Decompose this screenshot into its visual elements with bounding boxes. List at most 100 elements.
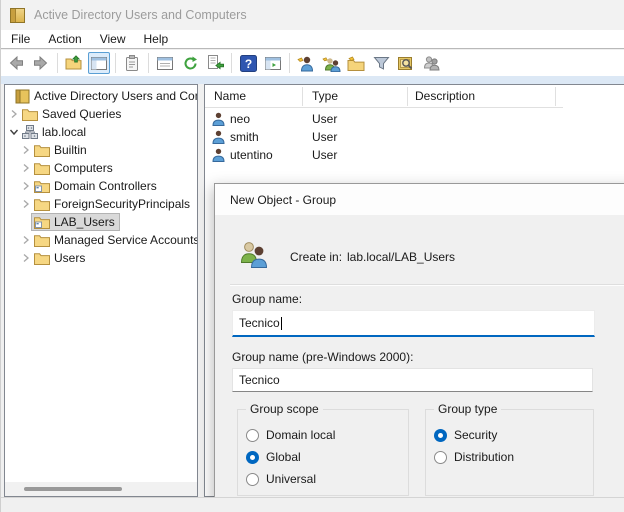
window-list-button[interactable] bbox=[154, 52, 176, 74]
column-divider[interactable] bbox=[407, 87, 408, 106]
console-window-button[interactable] bbox=[262, 52, 284, 74]
refresh-icon bbox=[182, 55, 199, 72]
create-in-label: Create in: bbox=[290, 250, 342, 264]
separator bbox=[230, 284, 624, 286]
radio-unchecked-icon[interactable] bbox=[246, 429, 259, 442]
group-name-input[interactable]: Tecnico bbox=[232, 310, 595, 337]
tree-horizontal-scrollbar[interactable] bbox=[5, 482, 197, 496]
users-gray-button[interactable] bbox=[420, 52, 442, 74]
radio-universal[interactable]: Universal bbox=[246, 468, 408, 490]
radio-unchecked-icon[interactable] bbox=[434, 451, 447, 464]
toolbar-separator bbox=[57, 53, 58, 73]
tree-item-root[interactable]: Active Directory Users and Computers bbox=[5, 87, 197, 105]
chevron-right-icon[interactable] bbox=[20, 234, 32, 246]
description-bar bbox=[1, 76, 624, 84]
menu-view[interactable]: View bbox=[91, 30, 135, 48]
refresh-button[interactable] bbox=[179, 52, 201, 74]
properties-button[interactable] bbox=[121, 52, 143, 74]
chevron-right-icon[interactable] bbox=[8, 108, 20, 120]
column-description[interactable]: Description bbox=[415, 89, 475, 103]
app-window: Active Directory Users and Computers Fil… bbox=[0, 0, 624, 512]
list-rows: neo User smith User utentino User bbox=[205, 110, 624, 164]
tree-item-managed-service-accounts[interactable]: Managed Service Accounts bbox=[5, 231, 197, 249]
tree-item-lab-users[interactable]: LAB_Users bbox=[5, 213, 197, 231]
header-underline bbox=[205, 107, 563, 108]
list-item-utentino[interactable]: utentino User bbox=[205, 146, 624, 164]
forward-button[interactable] bbox=[30, 52, 52, 74]
scrollbar-thumb[interactable] bbox=[24, 487, 122, 491]
tree-item-users[interactable]: Users bbox=[5, 249, 197, 267]
radio-security[interactable]: Security bbox=[434, 424, 593, 446]
tree-item-lab-local[interactable]: lab.local bbox=[5, 123, 197, 141]
list-header: Name Type Description bbox=[205, 85, 624, 108]
radio-unchecked-icon[interactable] bbox=[246, 473, 259, 486]
back-button[interactable] bbox=[5, 52, 27, 74]
folder-icon bbox=[34, 144, 50, 157]
dialog-title-bar[interactable]: New Object - Group bbox=[215, 184, 624, 215]
list-item-smith[interactable]: smith User bbox=[205, 128, 624, 146]
ou-folder-icon bbox=[34, 216, 50, 229]
tree-item-foreign-security-principals[interactable]: ForeignSecurityPrincipals bbox=[5, 195, 197, 213]
pre-windows-2000-input[interactable]: Tecnico bbox=[232, 368, 593, 392]
chevron-right-icon[interactable] bbox=[20, 144, 32, 156]
radio-checked-icon[interactable] bbox=[246, 451, 259, 464]
window-list-icon bbox=[157, 57, 173, 70]
export-list-button[interactable] bbox=[204, 52, 226, 74]
chevron-right-icon[interactable] bbox=[20, 252, 32, 264]
group-icon bbox=[239, 240, 269, 269]
ou-folder-icon bbox=[34, 180, 50, 193]
tree-item-builtin[interactable]: Builtin bbox=[5, 141, 197, 159]
help-button[interactable]: ? bbox=[237, 52, 259, 74]
new-organizational-unit-button[interactable] bbox=[345, 52, 367, 74]
user-icon bbox=[212, 130, 225, 144]
filter-button[interactable] bbox=[370, 52, 392, 74]
chevron-right-icon[interactable] bbox=[20, 198, 32, 210]
radio-checked-icon[interactable] bbox=[434, 429, 447, 442]
toolbar-separator bbox=[289, 53, 290, 73]
users-gray-icon bbox=[422, 55, 440, 71]
export-list-icon bbox=[207, 55, 224, 71]
chevron-down-icon[interactable] bbox=[8, 126, 20, 138]
dialog-title: New Object - Group bbox=[230, 193, 336, 207]
list-item-neo[interactable]: neo User bbox=[205, 110, 624, 128]
group-scope-legend: Group scope bbox=[246, 402, 323, 416]
new-user-button[interactable] bbox=[295, 52, 317, 74]
window-title: Active Directory Users and Computers bbox=[34, 8, 247, 22]
show-console-tree-button[interactable] bbox=[88, 52, 110, 74]
domain-icon bbox=[22, 125, 38, 139]
tree-item-computers[interactable]: Computers bbox=[5, 159, 197, 177]
toolbar-separator bbox=[115, 53, 116, 73]
radio-distribution[interactable]: Distribution bbox=[434, 446, 593, 468]
new-object-group-dialog: New Object - Group Create in: lab.local/… bbox=[214, 183, 624, 512]
title-bar: Active Directory Users and Computers bbox=[1, 0, 624, 30]
column-divider[interactable] bbox=[302, 87, 303, 106]
menu-action[interactable]: Action bbox=[39, 30, 90, 48]
new-user-icon bbox=[297, 55, 315, 72]
toolbar: ? bbox=[1, 50, 624, 76]
folder-icon bbox=[34, 252, 50, 265]
new-group-icon bbox=[322, 55, 341, 72]
radio-global[interactable]: Global bbox=[246, 446, 408, 468]
radio-domain-local[interactable]: Domain local bbox=[246, 424, 408, 446]
column-type[interactable]: Type bbox=[312, 89, 338, 103]
folder-icon bbox=[34, 162, 50, 175]
menu-help[interactable]: Help bbox=[135, 30, 178, 48]
folder-icon bbox=[34, 234, 50, 247]
toolbar-separator bbox=[148, 53, 149, 73]
forward-arrow-icon bbox=[32, 54, 50, 72]
chevron-right-icon[interactable] bbox=[20, 162, 32, 174]
group-type-groupbox: Group type Security Distribution bbox=[425, 409, 594, 496]
up-one-level-button[interactable] bbox=[63, 52, 85, 74]
tree-item-saved-queries[interactable]: Saved Queries bbox=[5, 105, 197, 123]
find-button[interactable] bbox=[395, 52, 417, 74]
svg-text:?: ? bbox=[244, 57, 251, 71]
folder-icon bbox=[34, 198, 50, 211]
status-bar bbox=[1, 497, 624, 512]
menu-file[interactable]: File bbox=[2, 30, 39, 48]
tree-item-domain-controllers[interactable]: Domain Controllers bbox=[5, 177, 197, 195]
new-group-button[interactable] bbox=[320, 52, 342, 74]
chevron-right-icon[interactable] bbox=[20, 180, 32, 192]
column-divider[interactable] bbox=[555, 87, 556, 106]
column-name[interactable]: Name bbox=[214, 89, 246, 103]
help-icon: ? bbox=[240, 55, 257, 72]
